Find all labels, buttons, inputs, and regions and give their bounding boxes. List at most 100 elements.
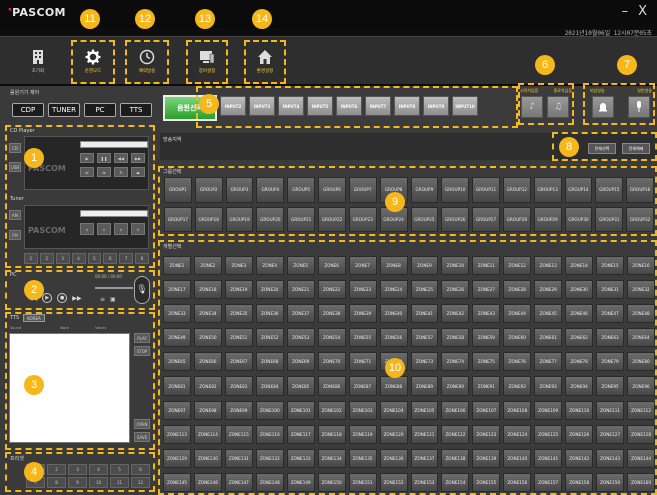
zone-button[interactable]: ZONE116: [255, 424, 284, 444]
play-icon[interactable]: ▶: [42, 293, 53, 303]
zone-button[interactable]: ZONE98: [193, 400, 222, 420]
prev-button[interactable]: ◀◀: [114, 153, 128, 163]
menu-environment[interactable]: 환경설정: [245, 40, 285, 82]
zone-button[interactable]: ZONE138: [441, 448, 470, 468]
zone-button[interactable]: ZONE82: [193, 376, 222, 396]
zone-button[interactable]: ZONE29: [534, 280, 563, 300]
group-button[interactable]: GROUP18: [194, 206, 223, 232]
tts-save-button[interactable]: SAVE: [134, 432, 150, 442]
zone-button[interactable]: ZONE66: [193, 352, 222, 372]
zone-button[interactable]: ZONE136: [379, 448, 408, 468]
group-button[interactable]: GROUP17: [164, 206, 192, 232]
zone-button[interactable]: ZONE124: [503, 424, 532, 444]
folder-icon[interactable]: ▣: [110, 296, 116, 303]
group-button[interactable]: GROUP26: [441, 206, 470, 232]
stop-icon[interactable]: ●: [57, 293, 68, 303]
preset-button[interactable]: 4: [89, 464, 108, 475]
zone-button[interactable]: ZONE135: [348, 448, 377, 468]
zone-button[interactable]: ZONE7: [348, 256, 377, 276]
zone-button[interactable]: ZONE75: [472, 352, 501, 372]
zone-button[interactable]: ZONE34: [193, 304, 222, 324]
zone-button[interactable]: ZONE78: [565, 352, 594, 372]
tuner-preset[interactable]: 7: [119, 253, 134, 264]
zone-button[interactable]: ZONE95: [596, 376, 625, 396]
zone-button[interactable]: ZONE144: [627, 448, 655, 468]
zone-button[interactable]: ZONE38: [317, 304, 346, 324]
deselect-all-button[interactable]: 전체해제: [622, 143, 650, 154]
zone-button[interactable]: ZONE14: [565, 256, 594, 276]
zone-button[interactable]: ZONE10: [441, 256, 470, 276]
group-button[interactable]: GROUP4: [256, 177, 285, 203]
zone-button[interactable]: ZONE23: [348, 280, 377, 300]
zone-button[interactable]: ZONE151: [348, 472, 377, 492]
zone-button[interactable]: ZONE33: [163, 304, 191, 324]
forward-icon[interactable]: ▶▶: [72, 295, 81, 302]
input-button[interactable]: INPUT2: [220, 96, 246, 116]
zone-button[interactable]: ZONE89: [410, 376, 439, 396]
seek-up-button[interactable]: ∧: [114, 223, 128, 235]
zone-button[interactable]: ZONE142: [565, 448, 594, 468]
zone-button[interactable]: ZONE146: [193, 472, 222, 492]
zone-button[interactable]: ZONE54: [317, 328, 346, 348]
group-button[interactable]: GROUP25: [410, 206, 439, 232]
zone-button[interactable]: ZONE139: [472, 448, 501, 468]
zone-button[interactable]: ZONE15: [596, 256, 625, 276]
preset-button[interactable]: 5: [110, 464, 129, 475]
group-button[interactable]: GROUP23: [348, 206, 377, 232]
eject-button[interactable]: ⏏: [131, 167, 145, 177]
zone-button[interactable]: ZONE13: [534, 256, 563, 276]
group-button[interactable]: GROUP32: [626, 206, 654, 232]
general-broadcast-button[interactable]: [628, 96, 650, 118]
zone-button[interactable]: ZONE123: [472, 424, 501, 444]
zone-button[interactable]: ZONE76: [503, 352, 532, 372]
tuner-preset[interactable]: 6: [103, 253, 118, 264]
zone-button[interactable]: ZONE22: [317, 280, 346, 300]
zone-button[interactable]: ZONE158: [565, 472, 594, 492]
zone-button[interactable]: ZONE87: [348, 376, 377, 396]
zone-button[interactable]: ZONE86: [317, 376, 346, 396]
group-button[interactable]: GROUP6: [318, 177, 346, 203]
zone-button[interactable]: ZONE8: [379, 256, 408, 276]
zone-button[interactable]: ZONE25: [410, 280, 439, 300]
usb-source-button[interactable]: USB: [9, 162, 21, 172]
input-button[interactable]: INPUT3: [249, 96, 275, 116]
group-button[interactable]: GROUP20: [256, 206, 285, 232]
zone-button[interactable]: ZONE105: [410, 400, 439, 420]
tuner-preset[interactable]: 1: [24, 253, 38, 264]
zone-button[interactable]: ZONE111: [596, 400, 625, 420]
zone-button[interactable]: ZONE155: [472, 472, 501, 492]
zone-button[interactable]: ZONE148: [255, 472, 284, 492]
zone-button[interactable]: ZONE41: [410, 304, 439, 324]
preset-button[interactable]: 10: [89, 477, 108, 488]
input-button[interactable]: INPUT9: [423, 96, 449, 116]
zone-button[interactable]: ZONE127: [596, 424, 625, 444]
group-button[interactable]: GROUP28: [502, 206, 531, 232]
zone-button[interactable]: ZONE71: [348, 352, 377, 372]
zone-button[interactable]: ZONE39: [348, 304, 377, 324]
zone-button[interactable]: ZONE132: [255, 448, 284, 468]
zone-button[interactable]: ZONE18: [193, 280, 222, 300]
zone-button[interactable]: ZONE60: [503, 328, 532, 348]
group-button[interactable]: GROUP22: [318, 206, 346, 232]
pc-volume-slider[interactable]: [95, 287, 133, 289]
input-button[interactable]: INPUT10: [452, 96, 478, 116]
preset-button[interactable]: 12: [131, 477, 150, 488]
zone-button[interactable]: ZONE61: [534, 328, 563, 348]
zone-button[interactable]: ZONE79: [596, 352, 625, 372]
zone-button[interactable]: ZONE51: [224, 328, 253, 348]
group-button[interactable]: GROUP14: [564, 177, 593, 203]
zone-button[interactable]: ZONE90: [441, 376, 470, 396]
playlist-icon[interactable]: ≡: [100, 296, 105, 303]
zone-button[interactable]: ZONE55: [348, 328, 377, 348]
zone-button[interactable]: ZONE126: [565, 424, 594, 444]
frequency-dropdown[interactable]: [80, 210, 148, 217]
zone-button[interactable]: ZONE30: [565, 280, 594, 300]
repeat-button[interactable]: ⇄: [80, 167, 94, 177]
next-button[interactable]: ▶▶: [131, 153, 145, 163]
zone-button[interactable]: ZONE137: [410, 448, 439, 468]
zone-button[interactable]: ZONE53: [286, 328, 315, 348]
menu-init[interactable]: 초기화: [18, 40, 58, 82]
zone-button[interactable]: ZONE145: [163, 472, 191, 492]
zone-button[interactable]: ZONE104: [379, 400, 408, 420]
zone-button[interactable]: ZONE134: [317, 448, 346, 468]
